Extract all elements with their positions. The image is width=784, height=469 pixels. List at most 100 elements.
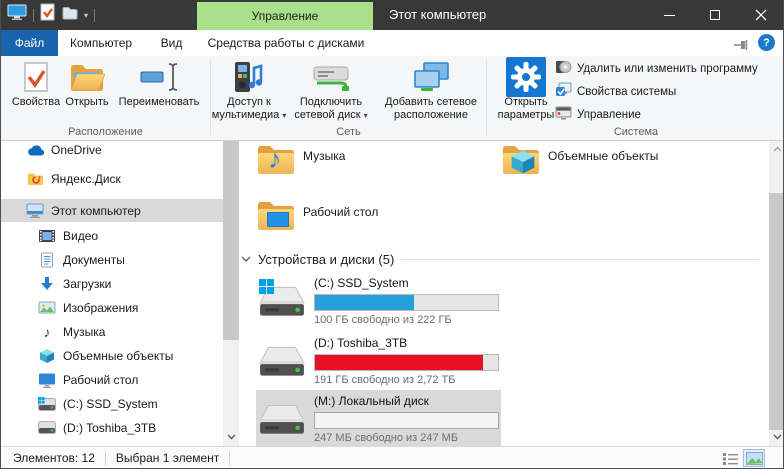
- items-count: Элементов: 12: [13, 451, 95, 465]
- separator: [33, 9, 34, 22]
- drive-name: (M:) Локальный диск: [314, 394, 499, 409]
- content-scrollbar[interactable]: [769, 141, 784, 446]
- music-icon: ♪: [38, 324, 56, 340]
- system-properties-icon: [555, 82, 572, 101]
- sidebar-scrollbar[interactable]: [223, 141, 239, 446]
- music-note-overlay-icon: ♪: [268, 144, 282, 175]
- desktop-icon: [38, 372, 56, 388]
- sidebar-scrollbar-thumb[interactable]: [223, 141, 239, 340]
- sidebar-item-drive-d[interactable]: (D:) Toshiba_3TB: [1, 416, 223, 439]
- maximize-icon: [710, 10, 720, 20]
- new-folder-quick-icon[interactable]: [62, 5, 78, 26]
- quick-access-toolbar: ▾: [7, 0, 95, 30]
- section-rule: [401, 259, 759, 260]
- content-scrollbar-thumb[interactable]: [769, 193, 784, 430]
- contextual-tab-header[interactable]: Управление: [197, 2, 373, 30]
- sidebar-item-onedrive[interactable]: OneDrive: [1, 138, 223, 161]
- status-bar: Элементов: 12 Выбран 1 элемент: [1, 446, 783, 468]
- drive-tile-c[interactable]: (C:) SSD_System 100 ГБ свободно из 222 Г…: [256, 272, 501, 329]
- sidebar-item-drive-c[interactable]: (C:) SSD_System: [1, 392, 223, 415]
- ribbon: Свойства Открыть Переименовать Расположе…: [1, 56, 783, 141]
- separator: [94, 9, 95, 22]
- windows-logo-icon: [259, 279, 274, 294]
- body: OneDrive Яндекс.Диск Этот компьютер Виде…: [1, 141, 783, 446]
- folder-tile-desktop[interactable]: Рабочий стол: [256, 195, 498, 247]
- drive-tile-d[interactable]: (D:) Toshiba_3TB 191 ГБ свободно из 2,72…: [256, 332, 501, 389]
- open-folder-icon: [69, 58, 105, 96]
- explorer-window: ▾ Управление Этот компьютер Файл Компьют…: [0, 0, 784, 469]
- group-separator: [486, 59, 487, 135]
- sidebar-item-3d-objects[interactable]: Объемные объекты: [1, 344, 223, 367]
- folder-tile-music[interactable]: ♪ Музыка: [256, 139, 498, 191]
- window-title: Этот компьютер: [389, 0, 486, 30]
- capacity-bar: [314, 354, 499, 371]
- sidebar-item-this-pc[interactable]: Этот компьютер: [1, 199, 223, 222]
- network-drive-icon: [311, 58, 351, 96]
- minimize-button[interactable]: [646, 0, 692, 30]
- group-separator: [210, 59, 211, 135]
- hard-drive-icon: [258, 399, 306, 439]
- details-view-button[interactable]: [719, 449, 741, 467]
- group-label-system: Система: [487, 126, 784, 140]
- pictures-icon: [38, 300, 56, 316]
- thumbnail-view-icon: [746, 452, 763, 465]
- drive-d-icon: [38, 420, 56, 436]
- qat-dropdown-icon[interactable]: ▾: [84, 11, 88, 20]
- separator: [229, 451, 230, 465]
- yandex-disk-icon: [26, 171, 44, 187]
- network-location-icon: [411, 58, 451, 96]
- desktop-overlay-icon: [267, 212, 289, 227]
- capacity-bar: [314, 412, 499, 429]
- separator: [105, 451, 106, 465]
- sidebar-item-pictures[interactable]: Изображения: [1, 296, 223, 319]
- downloads-icon: [38, 276, 56, 292]
- close-button[interactable]: [738, 0, 784, 30]
- sidebar-item-videos[interactable]: Видео: [1, 224, 223, 247]
- tab-view[interactable]: Вид: [144, 30, 199, 56]
- map-network-drive-button[interactable]: Подключить сетевой диск ▾: [285, 58, 377, 122]
- videos-icon: [38, 228, 56, 244]
- capacity-bar: [314, 294, 499, 311]
- properties-button[interactable]: Свойства: [9, 58, 63, 109]
- manage-button[interactable]: Управление: [555, 105, 641, 124]
- rename-button[interactable]: Переименовать: [111, 58, 207, 109]
- drive-name: (D:) Toshiba_3TB: [314, 336, 499, 351]
- titlebar: ▾ Управление Этот компьютер: [1, 0, 783, 30]
- add-network-location-button[interactable]: Добавить сетевое расположение: [378, 58, 484, 122]
- tab-computer[interactable]: Компьютер: [58, 30, 144, 56]
- group-label-network: Сеть: [211, 126, 486, 140]
- selection-count: Выбран 1 элемент: [116, 451, 219, 465]
- section-devices-and-drives[interactable]: Устройства и диски (5): [241, 251, 769, 267]
- tab-disk-tools[interactable]: Средства работы с дисками: [199, 30, 373, 56]
- sidebar-item-desktop[interactable]: Рабочий стол: [1, 368, 223, 391]
- sidebar-item-yandex-disk[interactable]: Яндекс.Диск: [1, 167, 223, 190]
- sidebar-item-music[interactable]: ♪ Музыка: [1, 320, 223, 343]
- system-properties-button[interactable]: Свойства системы: [555, 82, 676, 101]
- capacity-bar-fill: [315, 355, 483, 370]
- cube-overlay-icon: [510, 149, 536, 175]
- open-button[interactable]: Открыть: [64, 58, 110, 109]
- drive-free-space: 191 ГБ свободно из 2,72 ТБ: [314, 374, 499, 386]
- content-scroll-down-icon[interactable]: [769, 430, 784, 444]
- tab-file[interactable]: Файл: [1, 30, 58, 56]
- sidebar-scroll-down-icon[interactable]: [223, 430, 239, 444]
- capacity-bar-fill: [315, 295, 414, 310]
- help-button[interactable]: ?: [758, 34, 775, 51]
- drive-tile-m[interactable]: (M:) Локальный диск 247 МБ свободно из 2…: [256, 390, 501, 447]
- computer-icon[interactable]: [7, 4, 27, 26]
- content-scroll-up-icon[interactable]: [769, 142, 784, 156]
- pin-ribbon-icon[interactable]: [734, 38, 749, 56]
- maximize-button[interactable]: [692, 0, 738, 30]
- media-access-button[interactable]: Доступ к мультимедиа ▾: [215, 58, 283, 122]
- properties-quick-icon[interactable]: [40, 3, 56, 27]
- properties-icon: [23, 58, 49, 96]
- drive-c-icon: [38, 396, 56, 412]
- drive-free-space: 247 МБ свободно из 247 МБ: [314, 432, 499, 444]
- sidebar-item-documents[interactable]: Документы: [1, 248, 223, 271]
- thumbnail-view-button[interactable]: [743, 449, 765, 467]
- sidebar-item-downloads[interactable]: Загрузки: [1, 272, 223, 295]
- open-settings-button[interactable]: Открыть параметры: [495, 58, 557, 122]
- hard-drive-icon: [258, 341, 306, 381]
- folder-tile-3d-objects[interactable]: Объемные объекты: [501, 139, 743, 191]
- uninstall-program-button[interactable]: Удалить или изменить программу: [555, 59, 758, 78]
